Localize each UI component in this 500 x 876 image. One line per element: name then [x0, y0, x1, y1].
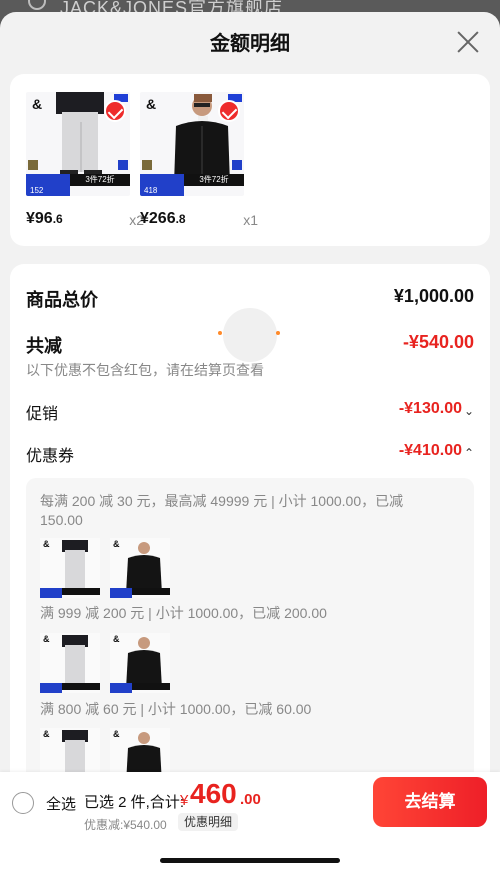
promo-number: 418: [144, 186, 158, 195]
promo-number: 152: [30, 186, 44, 195]
selected-count: 已选 2 件,合计:: [84, 794, 185, 811]
store-avatar-icon: [28, 0, 46, 10]
close-icon[interactable]: [456, 30, 480, 54]
total-amount: 460: [190, 778, 237, 809]
discount-detail-link[interactable]: 优惠明细: [178, 813, 239, 831]
coupon-row[interactable]: 优惠券 -¥410.00 ⌃: [26, 442, 474, 466]
total-price-value: ¥1,000.00: [393, 286, 474, 306]
total-currency: ¥: [180, 792, 189, 809]
total-amount-decimal: .00: [240, 791, 261, 808]
select-all-radio[interactable]: [12, 792, 34, 814]
checkout-button[interactable]: 去结算: [373, 777, 487, 827]
discount-note: 以下优惠不包含红包，请在结算页查看: [26, 362, 264, 378]
chevron-up-icon[interactable]: ⌃: [464, 446, 474, 460]
brand-logo: &: [32, 96, 43, 112]
mini-product-thumbnail: &: [40, 633, 100, 693]
coupon-rule: 满 999 减 200 元 | 小计 1000.00，已减 200.00: [40, 605, 327, 621]
product-item[interactable]: & 3件72折 418 ¥266.8 x1: [140, 92, 258, 228]
product-thumbnail: & 3件72折 418: [140, 92, 244, 196]
total-discount-row: 共减 -¥540.00: [26, 332, 474, 358]
coupon-products: & &: [40, 538, 170, 598]
mini-product-thumbnail: &: [40, 538, 100, 598]
product-quantity: x1: [243, 212, 258, 228]
product-model-image: [56, 92, 104, 178]
mini-product-thumbnail: &: [110, 538, 170, 598]
badge-icon: [28, 160, 38, 170]
brand-logo: &: [146, 96, 157, 112]
product-thumbnail: & 3件72折 152: [26, 92, 130, 196]
home-indicator: [160, 858, 340, 863]
badge-icon: [118, 160, 128, 170]
badge-icon: [232, 160, 242, 170]
coupon-rule: 满 800 减 60 元 | 小计 1000.00，已减 60.00: [40, 701, 312, 717]
coupon-rule: 每满 200 减 30 元，最高减 49999 元 | 小计 1000.00，已…: [40, 493, 404, 528]
total-discount-value: -¥540.00: [402, 332, 474, 352]
coupon-value: -¥410.00: [398, 442, 462, 459]
promotion-row[interactable]: 促销 -¥130.00 ⌄: [26, 400, 474, 424]
sheet-title: 金额明细: [210, 33, 290, 55]
discount-summary: 优惠减:¥540.00: [84, 818, 167, 832]
promotion-value: -¥130.00: [398, 400, 462, 417]
checkout-bar: 全选 已选 2 件,合计: ¥ 460 .00 优惠减:¥540.00 优惠明细…: [0, 772, 500, 876]
badge-icon: [142, 160, 152, 170]
coupon-products: & &: [40, 633, 170, 693]
mini-product-thumbnail: &: [110, 633, 170, 693]
sheet-header: 金额明细: [0, 12, 500, 74]
product-price: ¥266.8: [140, 210, 186, 227]
product-price: ¥96.6: [26, 210, 63, 227]
chevron-down-icon[interactable]: ⌄: [464, 404, 474, 418]
promo-text: 3件72折: [199, 175, 229, 184]
amount-detail-sheet: 金额明细 & 3件72折 152 ¥96.6 x2 & 3件72折 418 ¥2…: [0, 12, 500, 876]
promo-text: 3件72折: [85, 175, 115, 184]
select-all-label[interactable]: 全选: [46, 793, 76, 814]
products-card: & 3件72折 152 ¥96.6 x2 & 3件72折 418 ¥266.8 …: [10, 74, 490, 246]
product-item[interactable]: & 3件72折 152 ¥96.6 x2: [26, 92, 144, 228]
